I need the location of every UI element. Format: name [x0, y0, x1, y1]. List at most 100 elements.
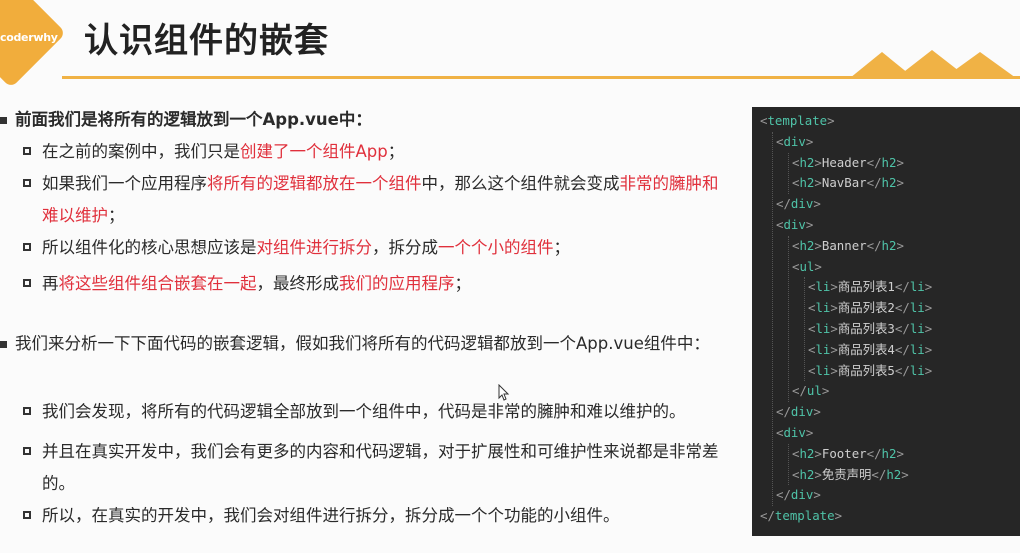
indent-guide [788, 235, 789, 403]
code-tag-name: h2 [881, 237, 897, 253]
code-bracket: > [813, 196, 821, 212]
mountains-decoration [850, 50, 1016, 78]
code-tag-name: h2 [799, 154, 815, 170]
code-bracket: > [814, 445, 822, 461]
code-bracket: </ [792, 383, 807, 399]
code-bracket: > [814, 237, 822, 253]
code-bracket: > [830, 279, 838, 295]
code-text: 商品列表4 [837, 341, 895, 357]
hollow-square-bullet-icon [23, 447, 31, 455]
code-bracket: > [896, 445, 904, 461]
code-bracket: > [924, 279, 933, 295]
code-tag-name: li [909, 300, 925, 316]
code-text: 商品列表3 [837, 321, 895, 336]
code-tag-name: ul [799, 258, 815, 274]
code-tag-name: div [783, 217, 806, 232]
indent-guide [788, 152, 789, 195]
code-text: 商品列表5 [837, 362, 895, 378]
slide: coderwhy 认识组件的嵌套 前面我们是将所有的逻辑放到一个App.vue中… [0, 0, 1020, 553]
code-bracket: > [814, 175, 822, 191]
code-bracket: > [814, 258, 822, 274]
code-bracket: </ [866, 175, 882, 191]
code-tag-name: div [790, 196, 814, 212]
hollow-square-bullet-icon [23, 243, 31, 251]
code-bracket: > [805, 133, 814, 149]
code-bracket: > [896, 154, 904, 170]
indent-guide [788, 443, 789, 486]
code-bracket: </ [776, 487, 791, 503]
code-line: <li>商品列表5</li> [808, 361, 932, 381]
code-tag-name: h2 [799, 237, 815, 253]
code-bracket: </ [871, 466, 887, 482]
highlight-text: 对组件进行拆分 [256, 238, 373, 257]
code-line: <template> [760, 111, 835, 131]
code-line: <h2>免责声明</h2> [792, 465, 909, 485]
list-item: 再将这些组件组合嵌套在一起，最终形成我们的应用程序； [0, 268, 732, 300]
code-bracket: </ [894, 341, 910, 357]
code-bracket: > [805, 425, 814, 440]
code-bracket: </ [894, 279, 910, 295]
code-tag-name: h2 [799, 175, 815, 191]
code-line: <h2>Footer</h2> [792, 444, 904, 464]
code-line: <h2>NavBar</h2> [792, 173, 904, 193]
code-line: <li>商品列表1</li> [808, 277, 932, 297]
code-tag-name: li [909, 321, 925, 336]
section-heading: 前面我们是将所有的逻辑放到一个App.vue中： [0, 104, 735, 136]
code-bracket: > [821, 383, 830, 399]
list-item: 所以，在真实的开发中，我们会对组件进行拆分，拆分成一个个功能的小组件。 [0, 500, 732, 532]
code-tag-name: div [783, 425, 806, 440]
list-item: 在之前的案例中，我们只是创建了一个组件App； [0, 136, 732, 168]
code-tag-name: h2 [886, 466, 902, 482]
page-title: 认识组件的嵌套 [84, 21, 329, 61]
list-item: 我们会发现，将所有的代码逻辑全部放到一个组件中，代码是非常的臃肿和难以维护的。 [0, 396, 732, 428]
code-tag-name: div [790, 487, 814, 503]
code-tag-name: li [815, 300, 831, 316]
code-tag-name: template [767, 113, 828, 128]
code-tag-name: template [774, 508, 835, 524]
code-text: Header [821, 154, 867, 170]
code-tag-name: li [815, 341, 831, 357]
code-bracket: > [827, 113, 835, 128]
code-line: <h2>Header</h2> [792, 153, 904, 173]
highlight-text: 创建了一个组件App [240, 142, 388, 161]
code-bracket: > [834, 508, 843, 524]
section-heading-text: 我们来分析一下下面代码的嵌套逻辑，假如我们将所有的代码逻辑都放到一个App.vu… [15, 334, 710, 353]
code-tag-name: li [815, 279, 831, 295]
code-line: <div> [776, 132, 813, 152]
code-bracket: > [924, 341, 933, 357]
code-bracket: > [813, 487, 821, 503]
hollow-square-bullet-icon [23, 407, 31, 415]
section-heading: 我们来分析一下下面代码的嵌套逻辑，假如我们将所有的代码逻辑都放到一个App.vu… [0, 328, 735, 360]
code-bracket: </ [866, 445, 882, 461]
code-line: <li>商品列表4</li> [808, 340, 932, 360]
code-bracket: > [830, 362, 838, 378]
code-bracket: </ [866, 237, 882, 253]
code-tag-name: ul [806, 383, 822, 399]
code-line: <div> [776, 423, 813, 443]
highlight-text: 将所有的逻辑都放在一个组件 [207, 174, 422, 193]
code-text: 免责声明 [821, 466, 872, 482]
highlight-text: 一个个小的组件 [438, 238, 554, 257]
code-bracket: </ [776, 404, 791, 420]
code-text: Banner [821, 237, 867, 253]
code-bracket: > [924, 300, 933, 316]
indent-guide [772, 131, 773, 507]
code-bracket: </ [894, 321, 910, 336]
code-tag-name: div [790, 404, 814, 420]
list-item: 并且在真实开发中，我们会有更多的内容和代码逻辑，对于扩展性和可维护性来说都是非常… [0, 436, 732, 500]
code-line: <li>商品列表3</li> [808, 319, 932, 339]
indent-guide [804, 277, 805, 382]
logo-text: coderwhy [0, 31, 58, 44]
code-tag-name: li [909, 279, 925, 295]
code-bracket: > [830, 300, 838, 316]
item-text: 在之前的案例中，我们只是 [42, 142, 240, 161]
code-bracket: > [901, 466, 909, 482]
code-bracket: > [813, 404, 821, 420]
code-tag-name: h2 [881, 175, 897, 191]
code-bracket: > [924, 362, 933, 378]
item-text: ，拆分成 [372, 238, 438, 257]
highlight-text: 将这些组件组合嵌套在一起 [58, 274, 257, 293]
code-bracket: > [814, 466, 822, 482]
code-line: </div> [776, 402, 821, 422]
code-line: </div> [776, 485, 821, 505]
